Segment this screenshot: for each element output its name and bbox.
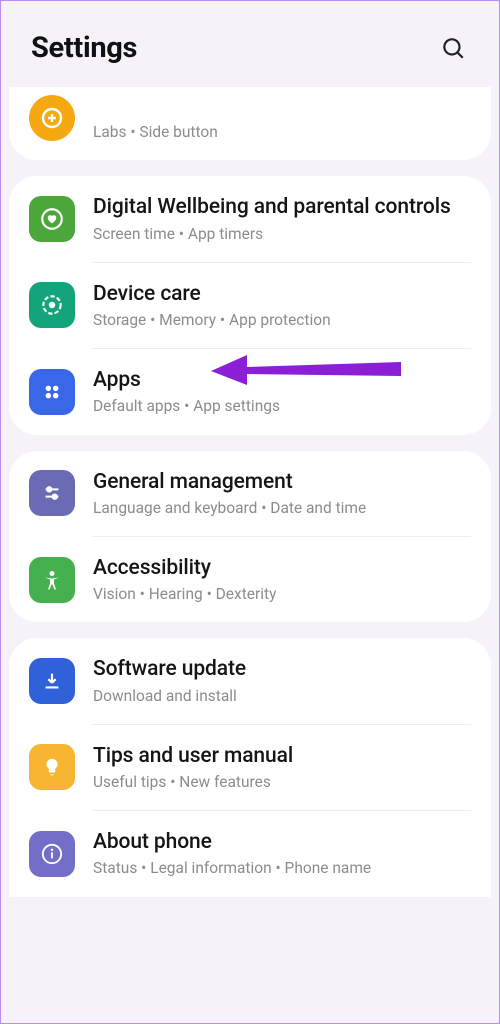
row-digital-wellbeing[interactable]: Digital Wellbeing and parental controls … bbox=[9, 176, 491, 261]
row-advanced-features[interactable]: Advanced features Labs • Side button bbox=[9, 87, 491, 160]
row-software-update[interactable]: Software update Download and install bbox=[9, 638, 491, 723]
row-title: Software update bbox=[93, 656, 471, 682]
person-icon bbox=[29, 557, 75, 603]
row-about-phone[interactable]: About phone Status • Legal information •… bbox=[9, 811, 491, 896]
row-title: About phone bbox=[93, 829, 471, 855]
search-icon bbox=[440, 35, 466, 61]
settings-group: Advanced features Labs • Side button bbox=[9, 87, 491, 160]
settings-group: Digital Wellbeing and parental controls … bbox=[9, 176, 491, 434]
row-accessibility[interactable]: Accessibility Vision • Hearing • Dexteri… bbox=[9, 537, 491, 622]
row-subtitle: Language and keyboard • Date and time bbox=[93, 498, 471, 518]
care-circle-icon bbox=[29, 282, 75, 328]
plus-circle-icon bbox=[29, 95, 75, 141]
row-subtitle: Status • Legal information • Phone name bbox=[93, 858, 471, 878]
sliders-icon bbox=[29, 470, 75, 516]
row-title: Device care bbox=[93, 281, 471, 307]
search-button[interactable] bbox=[437, 32, 469, 64]
heart-circle-icon bbox=[29, 196, 75, 242]
header: Settings bbox=[1, 1, 499, 89]
bulb-icon bbox=[29, 744, 75, 790]
row-subtitle: Storage • Memory • App protection bbox=[93, 310, 471, 330]
page-title: Settings bbox=[31, 31, 137, 65]
row-subtitle: Default apps • App settings bbox=[93, 396, 471, 416]
download-icon bbox=[29, 658, 75, 704]
row-tips[interactable]: Tips and user manual Useful tips • New f… bbox=[9, 725, 491, 810]
row-subtitle: Useful tips • New features bbox=[93, 772, 471, 792]
row-title: Accessibility bbox=[93, 555, 471, 581]
info-icon bbox=[29, 831, 75, 877]
row-title: General management bbox=[93, 469, 471, 495]
row-title: Digital Wellbeing and parental controls bbox=[93, 194, 471, 220]
settings-group: Software update Download and install Tip… bbox=[9, 638, 491, 896]
row-device-care[interactable]: Device care Storage • Memory • App prote… bbox=[9, 263, 491, 348]
row-subtitle: Labs • Side button bbox=[93, 122, 471, 142]
row-subtitle: Screen time • App timers bbox=[93, 224, 471, 244]
settings-group: General management Language and keyboard… bbox=[9, 451, 491, 623]
row-subtitle: Download and install bbox=[93, 686, 471, 706]
row-subtitle: Vision • Hearing • Dexterity bbox=[93, 584, 471, 604]
row-general-management[interactable]: General management Language and keyboard… bbox=[9, 451, 491, 536]
row-apps[interactable]: Apps Default apps • App settings bbox=[9, 349, 491, 434]
settings-list: Advanced features Labs • Side button Dig… bbox=[1, 87, 499, 897]
apps-icon bbox=[29, 369, 75, 415]
row-title: Tips and user manual bbox=[93, 743, 471, 769]
row-title: Apps bbox=[93, 367, 471, 393]
